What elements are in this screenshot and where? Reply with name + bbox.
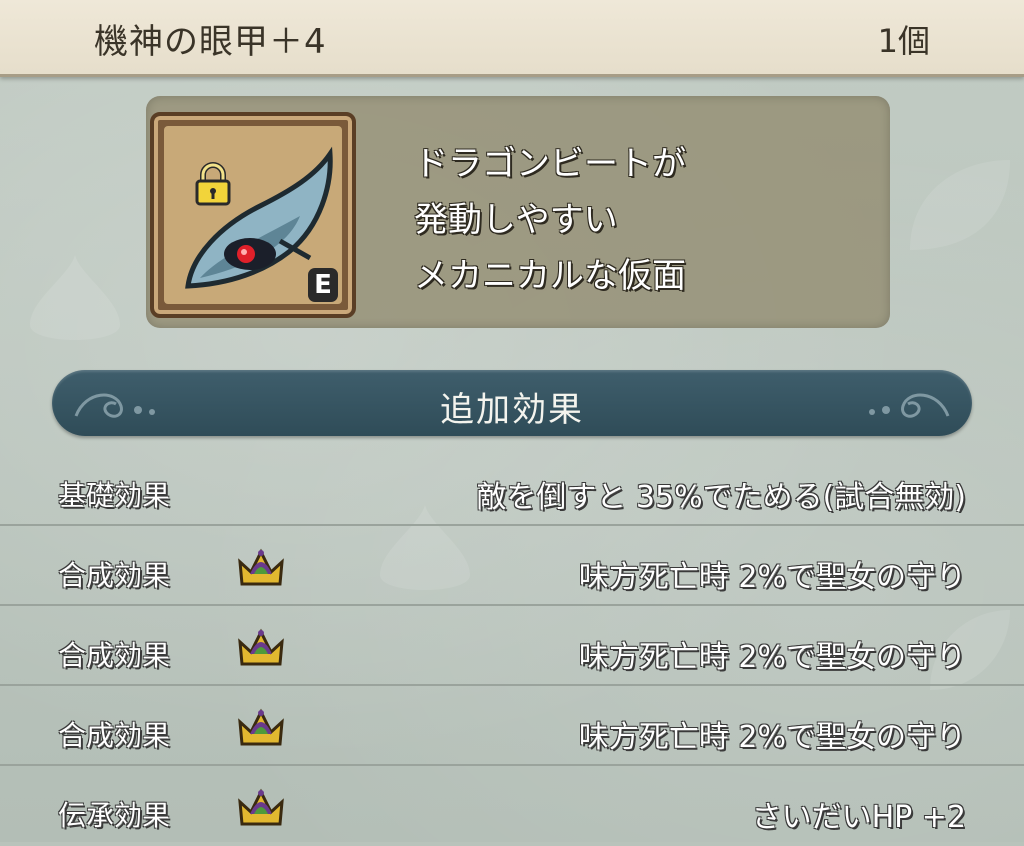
effect-value: さいだいHP +2 bbox=[751, 800, 966, 835]
effect-value: 敵を倒すと 35%でためる(試合無効) bbox=[476, 480, 966, 515]
description-line: 発動しやすい bbox=[414, 200, 618, 240]
section-banner: 追加効果 bbox=[52, 370, 972, 436]
effect-row: 基礎効果 敵を倒すと 35%でためる(試合無効) bbox=[0, 446, 1024, 526]
effect-label: 合成効果 bbox=[58, 639, 171, 672]
effect-value: 味方死亡時 2%で聖女の守り bbox=[578, 640, 966, 675]
section-title: 追加効果 bbox=[440, 390, 584, 430]
slime-watermark bbox=[30, 255, 120, 340]
effect-value: 味方死亡時 2%で聖女の守り bbox=[578, 720, 966, 755]
effect-value: 味方死亡時 2%で聖女の守り bbox=[578, 560, 966, 595]
crown-icon bbox=[238, 548, 284, 586]
effect-row: 伝承効果 さいだいHP +2 bbox=[0, 766, 1024, 846]
equipped-badge: E bbox=[308, 268, 338, 302]
description-line: ドラゴンビートが bbox=[414, 144, 686, 184]
crown-icon bbox=[238, 708, 284, 746]
effect-row: 合成効果 味方死亡時 2%で聖女の守り bbox=[0, 526, 1024, 606]
effect-label: 合成効果 bbox=[58, 559, 171, 592]
crown-icon bbox=[238, 788, 284, 826]
item-icon-background: E bbox=[164, 126, 342, 304]
effect-label: 伝承効果 bbox=[58, 799, 171, 832]
lock-icon bbox=[195, 162, 231, 206]
description-line: メカニカルな仮面 bbox=[414, 256, 686, 296]
item-count: 1個 bbox=[877, 22, 930, 60]
item-name: 機神の眼甲＋4 bbox=[94, 22, 327, 62]
item-header: 機神の眼甲＋4 1個 bbox=[0, 0, 1024, 77]
crown-icon bbox=[238, 628, 284, 666]
item-icon-frame[interactable]: E bbox=[150, 112, 356, 318]
flourish-ornament-icon bbox=[869, 393, 950, 418]
effect-row: 合成効果 味方死亡時 2%で聖女の守り bbox=[0, 686, 1024, 766]
effect-row: 合成効果 味方死亡時 2%で聖女の守り bbox=[0, 606, 1024, 686]
effect-label: 基礎効果 bbox=[58, 479, 171, 512]
leaf-watermark bbox=[910, 160, 1010, 250]
effects-list: 基礎効果 敵を倒すと 35%でためる(試合無効) 合成効果 味方死亡時 2%で聖… bbox=[0, 446, 1024, 846]
effect-label: 合成効果 bbox=[58, 719, 171, 752]
item-description: ドラゴンビートが 発動しやすい メカニカルな仮面 bbox=[414, 136, 874, 304]
